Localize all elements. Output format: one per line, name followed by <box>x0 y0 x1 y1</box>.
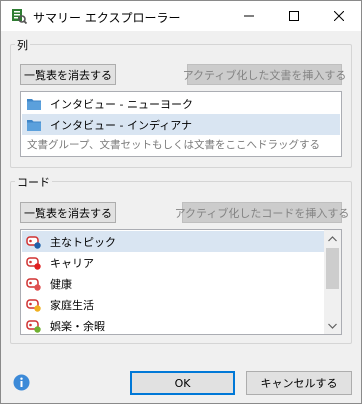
list-item-label: キャリア <box>50 256 94 270</box>
list-item[interactable]: 健康 <box>22 273 325 294</box>
list-item[interactable]: インタビュー - インディアナ <box>22 114 340 135</box>
summary-explorer-app-icon <box>12 9 27 24</box>
close-icon <box>333 11 344 21</box>
code-tag-icon <box>26 235 41 249</box>
chevron-up-icon <box>328 235 337 241</box>
ok-button[interactable]: OK <box>130 371 235 395</box>
minimize-icon <box>243 15 254 17</box>
code-color-dot <box>34 283 41 291</box>
code-tag-icon <box>26 298 41 312</box>
maximize-button[interactable] <box>271 1 316 31</box>
code-color-dot <box>34 325 41 333</box>
cancel-button[interactable]: キャンセルする <box>246 371 352 395</box>
codes-group-label: コード <box>15 174 52 190</box>
close-button[interactable] <box>316 1 361 31</box>
code-color-dot <box>34 304 41 312</box>
list-item-label: インタビュー - インディアナ <box>50 118 192 132</box>
minimize-button[interactable] <box>226 1 271 31</box>
chevron-down-icon <box>328 323 337 329</box>
code-color-dot <box>34 241 41 249</box>
list-item-label: 家庭生活 <box>50 298 94 312</box>
columns-insert-activated-documents-button[interactable]: アクティブ化した文書を挿入する <box>183 64 346 85</box>
title-bar: サマリー エクスプローラー <box>1 1 361 31</box>
code-tag-icon <box>26 277 41 291</box>
window-title: サマリー エクスプローラー <box>33 11 181 25</box>
scroll-up-button[interactable] <box>324 230 341 247</box>
list-item-label: 娯楽・余暇 <box>50 319 105 333</box>
list-item[interactable]: キャリア <box>22 252 325 273</box>
maximize-icon <box>288 11 299 21</box>
list-item[interactable]: 家庭生活 <box>22 294 325 315</box>
scroll-down-button[interactable] <box>324 317 341 334</box>
list-item[interactable]: 主なトピック <box>22 231 325 252</box>
folder-icon <box>27 119 41 131</box>
scroll-thumb[interactable] <box>326 248 339 289</box>
code-tag-icon <box>26 319 41 333</box>
codes-insert-activated-codes-button[interactable]: アクティブ化したコードを挿入する <box>175 202 349 223</box>
list-item-label: インタビュー - ニューヨーク <box>50 97 193 111</box>
list-item-label: 主なトピック <box>50 235 116 249</box>
list-item[interactable]: インタビュー - ニューヨーク <box>22 93 340 114</box>
drop-hint-text: 文書グループ、文書セットもしくは文書をここへドラッグする <box>27 139 321 151</box>
code-tag-icon <box>26 256 41 270</box>
list-item-label: 健康 <box>50 277 72 291</box>
code-color-dot <box>34 262 41 270</box>
folder-icon <box>27 98 41 110</box>
columns-group-label: 列 <box>15 37 30 53</box>
columns-clear-list-button[interactable]: 一覧表を消去する <box>20 64 116 85</box>
list-item[interactable]: 娯楽・余暇 <box>22 315 325 334</box>
codes-list[interactable]: 主なトピック キャリア 健康 家庭生活 娯楽・余暇 <box>20 229 342 335</box>
columns-list[interactable]: インタビュー - ニューヨーク インタビュー - インディアナ 文書グループ、文… <box>20 91 342 157</box>
summary-explorer-window: サマリー エクスプローラー 列 一覧表を消去する アクティブ化した文書を挿入する… <box>0 0 362 404</box>
info-icon[interactable] <box>13 374 30 391</box>
codes-list-scrollbar[interactable] <box>324 230 341 334</box>
codes-clear-list-button[interactable]: 一覧表を消去する <box>20 202 116 223</box>
